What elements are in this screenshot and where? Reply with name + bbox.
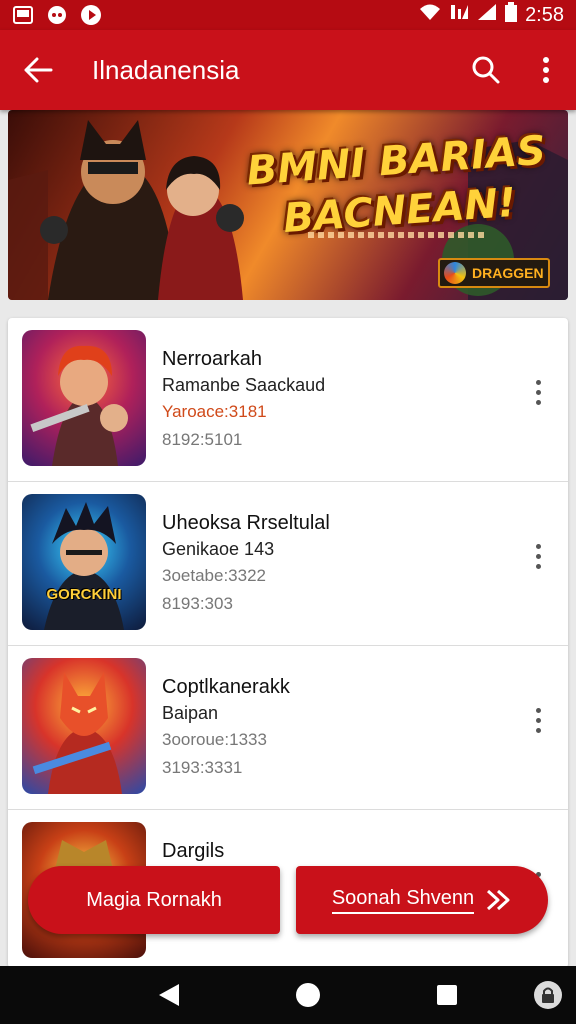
item-subtitle: Ramanbe Saackaud [162,375,326,395]
more-options-button[interactable] [516,30,576,110]
item-title: Coptlkanerakk [162,676,290,698]
item-overflow-button[interactable] [526,374,550,410]
play-icon [80,5,102,25]
square-recents-icon [436,985,457,1005]
item-price: 3oetabe:3322 [162,566,266,585]
list-item[interactable]: Nerroarkah Ramanbe Saackaud Yaroace:3181… [8,318,568,482]
search-button[interactable] [456,30,516,110]
app-bar: Ilnadanensia [0,30,576,110]
item-overflow-button[interactable] [526,538,550,574]
status-bar: 2:58 [0,0,576,30]
game-thumbnail [22,658,146,794]
arrow-left-icon [24,57,53,83]
game-thumbnail [22,330,146,466]
item-title: Uheoksa Rrseltulal [162,512,330,534]
nav-back-button[interactable] [149,975,189,1015]
double-chevron-right-icon [487,889,510,911]
system-status: 2:58 [419,2,564,28]
banner-fine-print [308,232,488,238]
nav-accessibility-button[interactable] [534,981,562,1009]
gallery-icon [12,5,34,25]
battery-icon [505,2,518,28]
circle-home-icon [295,983,320,1007]
item-text: Dargils [162,822,568,864]
secondary-action-button[interactable]: Soonah Shvenn [296,866,548,934]
item-price: Yaroace:3181 [162,402,267,421]
item-text: Coptlkanerakk Baipan 3ooroue:1333 3193:3… [162,658,568,782]
item-meta: 3193:3331 [162,758,243,777]
nav-home-button[interactable] [288,975,328,1015]
featured-banner[interactable]: BMNI BARIAS BACNEAN! DRAGGEN [8,110,568,300]
item-subtitle: Baipan [162,703,219,723]
clock: 2:58 [525,3,564,26]
cell-signal-icon [477,3,497,27]
lock-icon [542,987,554,1003]
item-title: Nerroarkah [162,348,263,370]
back-button[interactable] [0,30,76,110]
page-title: Ilnadanensia [92,54,240,85]
hero-art-icon [30,345,128,466]
publisher-logo-icon [444,262,466,284]
item-title: Dargils [162,840,225,862]
nav-recents-button[interactable] [427,975,467,1015]
item-price: 3ooroue:1333 [162,730,267,749]
item-text: Nerroarkah Ramanbe Saackaud Yaroace:3181… [162,330,568,454]
item-overflow-button[interactable] [526,702,550,738]
list-item[interactable]: Coptlkanerakk Baipan 3ooroue:1333 3193:3… [8,646,568,810]
fox-warrior-art-icon [32,672,122,794]
list-item[interactable]: GORCKINI Uheoksa Rrseltulal Genikaoe 143… [8,482,568,646]
triangle-back-icon [159,984,180,1006]
item-meta: 8193:303 [162,594,233,613]
item-meta: 8192:5101 [162,430,243,449]
hero-art-icon [44,502,124,630]
item-text: Uheoksa Rrseltulal Genikaoe 143 3oetabe:… [162,494,568,618]
data-signal-icon [449,3,469,27]
search-icon [472,56,500,84]
wifi-icon [419,3,441,27]
notification-icons [12,5,102,25]
publisher-badge: DRAGGEN [438,258,550,288]
more-vert-icon [543,57,549,83]
item-subtitle: Genikaoe 143 [162,539,275,559]
game-controller-icon [46,5,68,25]
banner-title: BMNI BARIAS BACNEAN! [245,127,548,243]
game-thumbnail: GORCKINI [22,494,146,630]
system-nav-bar [0,966,576,1024]
primary-action-button[interactable]: Magia Rornakh [28,866,280,934]
